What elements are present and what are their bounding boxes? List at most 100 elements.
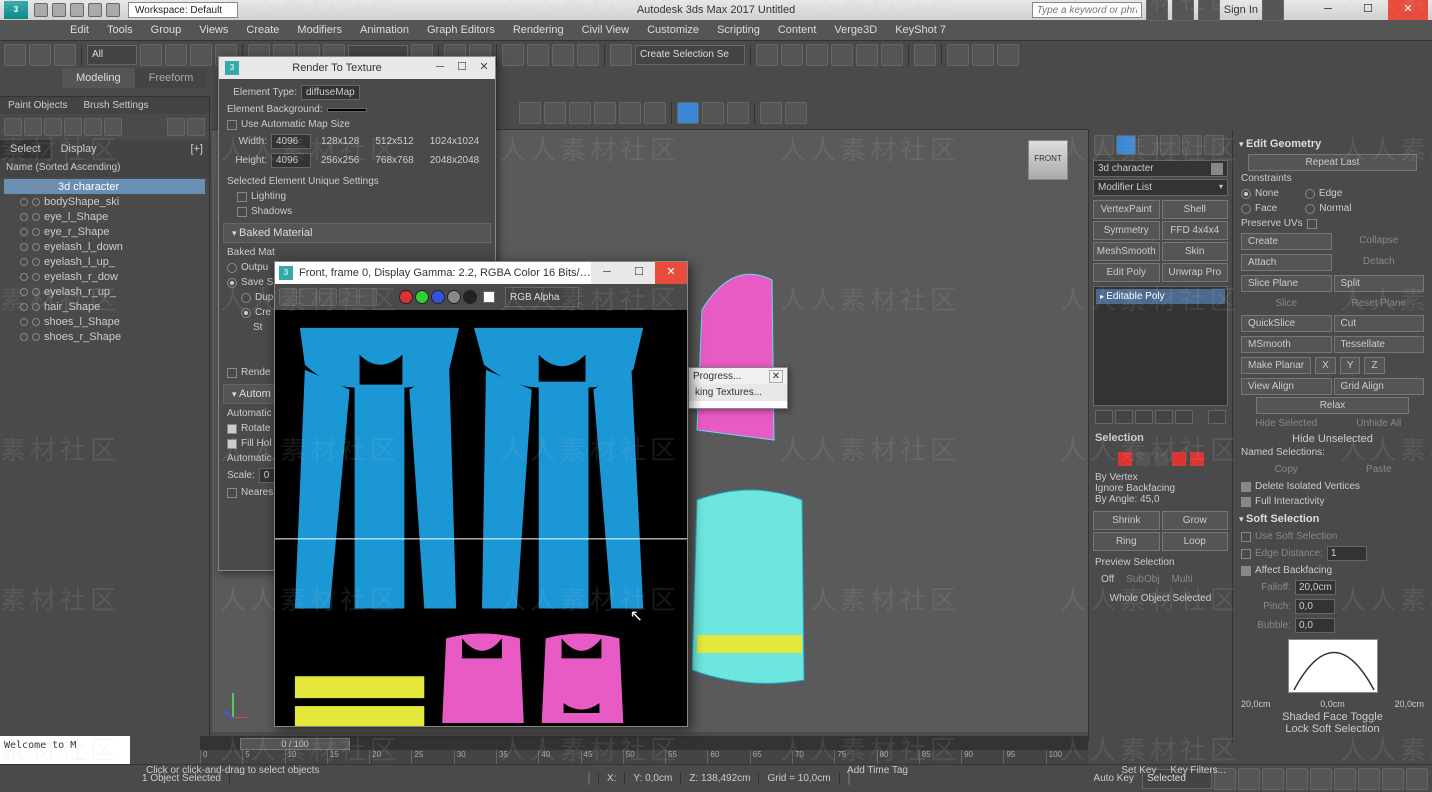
select-region-icon[interactable]	[190, 44, 212, 66]
vp-icon-8[interactable]	[727, 102, 749, 124]
tree-item[interactable]: eyelash_l_up_	[4, 254, 205, 269]
tree-item[interactable]: eyelash_r_dow	[4, 269, 205, 284]
preset-128[interactable]: 128x128	[315, 134, 365, 149]
select-filter-tab[interactable]: Select	[0, 140, 51, 158]
c-edge-radio[interactable]	[1305, 189, 1315, 199]
toggle-ribbon-icon[interactable]	[831, 44, 853, 66]
dup-radio[interactable]	[241, 293, 251, 303]
tree-item[interactable]: shoes_l_Shape	[4, 314, 205, 329]
keyfilters-button[interactable]: Key Filters...	[1164, 763, 1232, 778]
vp-icon-2[interactable]	[544, 102, 566, 124]
attach-button[interactable]: Attach	[1241, 254, 1332, 271]
border-subobj-icon[interactable]	[1154, 452, 1168, 466]
tree-header[interactable]: Name (Sorted Ascending)	[0, 158, 209, 177]
c-face-radio[interactable]	[1241, 204, 1251, 214]
tree-item[interactable]: eye_l_Shape	[4, 209, 205, 224]
rtt-close-button[interactable]: ✕	[473, 57, 495, 79]
vp-icon-4[interactable]	[594, 102, 616, 124]
edit-geometry-rollout[interactable]: Edit Geometry	[1237, 134, 1428, 154]
mirror-icon[interactable]	[756, 44, 778, 66]
menu-graph-editors[interactable]: Graph Editors	[419, 22, 503, 38]
maximize-button[interactable]: ☐	[1348, 0, 1388, 20]
stack-remove-icon[interactable]	[1155, 410, 1173, 424]
bubble-spinner[interactable]: 0,0	[1295, 618, 1335, 633]
grow-button[interactable]: Grow	[1162, 511, 1229, 530]
hierarchy-tab-icon[interactable]	[1138, 135, 1158, 155]
fb-max-button[interactable]: ☐	[623, 262, 655, 284]
fb-green-channel[interactable]	[415, 290, 429, 304]
explorer-icon-8[interactable]	[187, 118, 205, 136]
utilities-tab-icon[interactable]	[1204, 135, 1224, 155]
nearest-checkbox[interactable]	[227, 488, 237, 498]
height-input[interactable]: 4096	[271, 153, 311, 168]
quickslice-button[interactable]: QuickSlice	[1241, 315, 1332, 332]
shadows-checkbox[interactable]	[237, 207, 247, 217]
fb-swatch-icon[interactable]	[483, 291, 495, 303]
edge-dist-checkbox[interactable]	[1241, 549, 1251, 559]
modifier-button[interactable]: VertexPaint	[1093, 200, 1160, 219]
output-radio[interactable]	[227, 263, 237, 273]
freeform-tab[interactable]: Freeform	[135, 68, 208, 88]
vp-help-icon[interactable]	[785, 102, 807, 124]
vp-icon-5[interactable]	[619, 102, 641, 124]
full-int-checkbox[interactable]	[1241, 497, 1251, 507]
render-setup-icon[interactable]	[947, 44, 969, 66]
angle-spinner[interactable]: 45,0	[1140, 494, 1159, 505]
fb-clone-icon[interactable]	[319, 288, 337, 306]
create-tab-icon[interactable]	[1094, 135, 1114, 155]
named-selection-dropdown[interactable]: Create Selection Se	[635, 45, 745, 65]
grid-align-button[interactable]: Grid Align	[1334, 378, 1425, 395]
nav-icon-4[interactable]	[1406, 768, 1428, 790]
motion-tab-icon[interactable]	[1160, 135, 1180, 155]
menu-create[interactable]: Create	[238, 22, 287, 38]
info-icon[interactable]	[1146, 0, 1168, 21]
star-icon[interactable]	[1172, 0, 1194, 21]
align-icon[interactable]	[781, 44, 803, 66]
time-ruler[interactable]: 0510152025303540455055606570758085909510…	[200, 750, 1088, 764]
explorer-icon-2[interactable]	[24, 118, 42, 136]
explorer-icon-4[interactable]	[64, 118, 82, 136]
fb-close-button[interactable]: ✕	[655, 262, 687, 284]
soft-selection-rollout[interactable]: Soft Selection	[1237, 509, 1428, 529]
loop-button[interactable]: Loop	[1162, 532, 1229, 551]
tree-item[interactable]: bodyShape_ski	[4, 194, 205, 209]
brush-settings-tab[interactable]: Brush Settings	[75, 97, 156, 114]
cre-radio[interactable]	[241, 308, 251, 318]
planar-z-button[interactable]: Z	[1364, 357, 1384, 374]
fb-copy-icon[interactable]	[299, 288, 317, 306]
bind-space-warp-icon[interactable]	[54, 44, 76, 66]
pinch-spinner[interactable]: 0,0	[1295, 599, 1335, 614]
render-to-checkbox[interactable]	[227, 368, 237, 378]
edge-dist-spinner[interactable]: 1	[1327, 546, 1367, 561]
tree-item[interactable]: eye_r_Shape	[4, 224, 205, 239]
display-tab-icon[interactable]	[1182, 135, 1202, 155]
vp-icon-7[interactable]	[702, 102, 724, 124]
selection-filter-dropdown[interactable]: All	[87, 45, 137, 65]
vp-shade-icon[interactable]	[677, 102, 699, 124]
qat-undo-icon[interactable]	[88, 3, 102, 17]
help-icon[interactable]	[1198, 0, 1220, 21]
save-radio[interactable]	[227, 278, 237, 288]
poly-subobj-icon[interactable]	[1172, 452, 1186, 466]
tree-item[interactable]: eyelash_l_down	[4, 239, 205, 254]
edge-subobj-icon[interactable]	[1136, 452, 1150, 466]
menu-modifiers[interactable]: Modifiers	[289, 22, 350, 38]
stack-pin-icon[interactable]	[1095, 410, 1113, 424]
snap-icon[interactable]	[502, 44, 524, 66]
fb-alpha-channel[interactable]	[447, 290, 461, 304]
modifier-button[interactable]: MeshSmooth	[1093, 242, 1160, 261]
display-filter-tab[interactable]: Display	[51, 140, 107, 158]
repeat-last-button[interactable]: Repeat Last	[1248, 154, 1416, 171]
planar-x-button[interactable]: X	[1315, 357, 1336, 374]
auto-size-checkbox[interactable]	[227, 120, 237, 130]
ring-button[interactable]: Ring	[1093, 532, 1160, 551]
menu-group[interactable]: Group	[143, 22, 190, 38]
del-iso-checkbox[interactable]	[1241, 482, 1251, 492]
element-bg-swatch[interactable]	[327, 108, 367, 112]
lighting-checkbox[interactable]	[237, 192, 247, 202]
modifier-list-dropdown[interactable]: Modifier List	[1093, 179, 1228, 196]
stack-editable-poly[interactable]: Editable Poly	[1096, 289, 1225, 304]
setkey-button[interactable]: Set Key	[1115, 763, 1162, 778]
menu-keyshot[interactable]: KeyShot 7	[887, 22, 954, 38]
c-normal-radio[interactable]	[1305, 204, 1315, 214]
